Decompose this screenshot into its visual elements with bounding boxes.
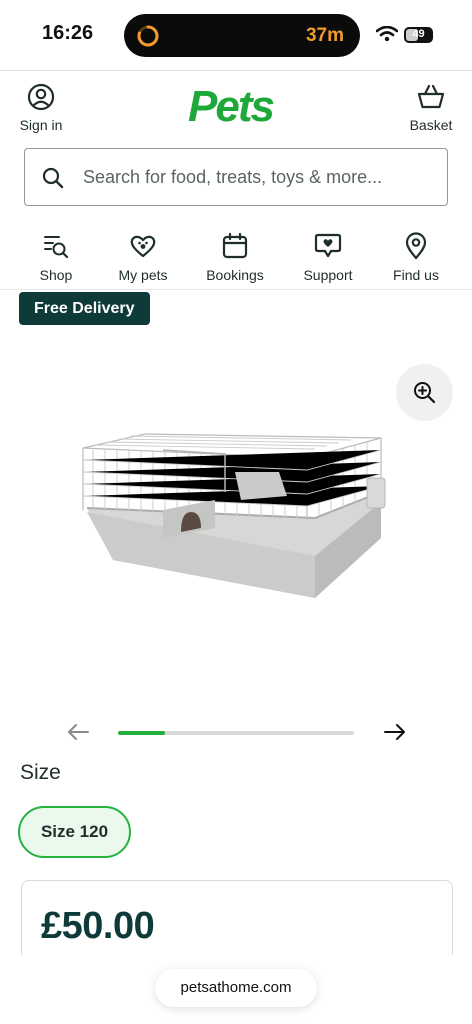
search-icon	[42, 167, 64, 189]
status-bar: 16:26 37m 49	[0, 0, 472, 70]
account-icon	[27, 83, 55, 111]
timer-ring-icon	[137, 25, 159, 47]
chat-heart-icon	[314, 233, 342, 258]
nav-item-my-pets[interactable]: My pets	[98, 232, 188, 283]
basket-icon	[417, 84, 445, 109]
battery-indicator: 49	[404, 27, 433, 43]
status-time: 16:26	[42, 22, 94, 44]
arrow-right-icon[interactable]	[383, 722, 407, 742]
nav-item-find-us[interactable]: Find us	[371, 232, 461, 283]
nav-label: Bookings	[206, 267, 264, 283]
free-delivery-badge: Free Delivery	[19, 292, 150, 325]
wifi-icon	[376, 26, 398, 42]
nav-label: My pets	[118, 267, 168, 283]
product-price: £50.00	[41, 905, 155, 947]
carousel-progress-fill	[118, 731, 166, 735]
category-nav: Shop My pets Bookings Support Find us	[0, 228, 472, 290]
heart-paw-icon	[130, 235, 156, 258]
calendar-icon	[222, 232, 248, 259]
browser-url-pill[interactable]: petsathome.com	[155, 969, 317, 1007]
nav-label: Find us	[393, 267, 439, 283]
nav-label: Support	[303, 267, 353, 283]
sign-in-button[interactable]: Sign in	[14, 83, 68, 133]
nav-label: Shop	[39, 267, 73, 283]
size-heading: Size	[20, 761, 61, 784]
size-option-button[interactable]: Size 120	[18, 806, 131, 858]
search-bar[interactable]	[24, 148, 448, 206]
nav-item-shop[interactable]: Shop	[11, 232, 101, 283]
timer-text: 37m	[305, 25, 344, 46]
search-input[interactable]	[83, 149, 433, 205]
carousel-progress-track	[118, 731, 354, 735]
shop-search-icon	[44, 236, 69, 259]
divider	[0, 289, 472, 290]
nav-item-bookings[interactable]: Bookings	[190, 232, 280, 283]
sign-in-label: Sign in	[19, 117, 63, 133]
zoom-button[interactable]	[396, 364, 453, 421]
battery-level: 49	[412, 28, 425, 40]
site-header: Sign in Pets Basket	[0, 71, 472, 141]
image-carousel-controls	[0, 716, 472, 748]
rabbit-cage-image[interactable]	[75, 420, 395, 610]
basket-button[interactable]: Basket	[404, 83, 458, 133]
arrow-left-icon[interactable]	[66, 722, 90, 742]
nav-item-support[interactable]: Support	[283, 232, 373, 283]
location-pin-icon	[405, 232, 427, 260]
dynamic-island[interactable]: 37m	[124, 14, 360, 57]
zoom-in-icon	[414, 382, 436, 404]
basket-label: Basket	[409, 117, 453, 133]
pets-logo[interactable]: Pets	[188, 85, 275, 129]
